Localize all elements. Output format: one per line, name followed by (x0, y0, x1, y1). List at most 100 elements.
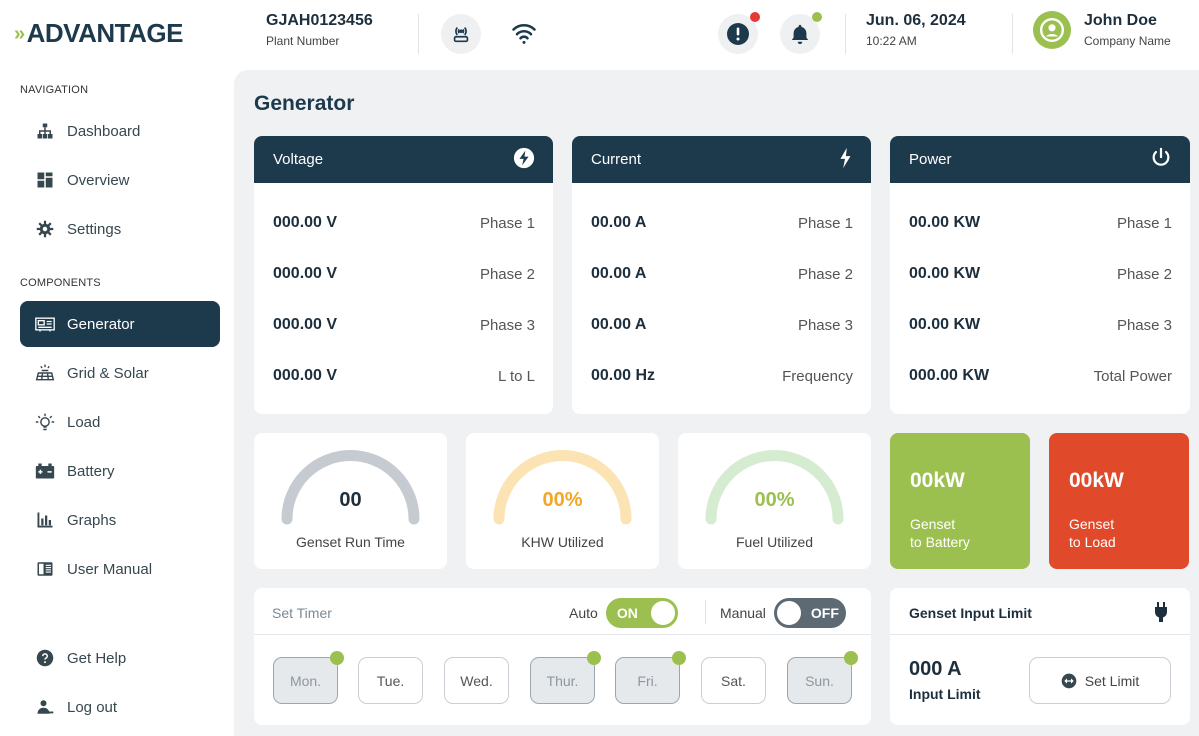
divider (1012, 14, 1013, 54)
top-bar: »ADVANTAGE GJAH0123456 Plant Number Jun.… (0, 0, 1199, 70)
reading-label: Phase 1 (797, 214, 853, 232)
day-button-sat[interactable]: Sat. (701, 657, 766, 704)
reading-label: Frequency (782, 367, 853, 385)
sidebar-item-graphs[interactable]: Graphs (20, 497, 220, 543)
sidebar-item-label: Settings (67, 220, 122, 238)
day-button-fri[interactable]: Fri. (615, 651, 686, 704)
power-card: Power 00.00 KW Phase 1 00.00 KW Phase 2 00… (890, 136, 1190, 414)
logo[interactable]: »ADVANTAGE (14, 18, 183, 49)
current-row: 00.00 A Phase 2 (591, 265, 853, 283)
manual-toggle-group: Manual OFF (720, 598, 846, 628)
sidebar-item-dashboard[interactable]: Dashboard (20, 108, 220, 154)
date: Jun. 06, 2024 (866, 12, 966, 29)
day-button-mon[interactable]: Mon. (273, 651, 344, 704)
gauge-label: KHW Utilized (521, 534, 604, 550)
sidebar: NAVIGATION Dashboard Overview Settings C… (0, 70, 234, 736)
gauge-value: 00% (542, 489, 583, 511)
sidebar-item-get-help[interactable]: Get Help (20, 635, 220, 681)
bell-icon[interactable] (780, 12, 822, 54)
sidebar-item-label: Grid & Solar (67, 364, 149, 382)
nav-section-label: NAVIGATION (20, 84, 89, 96)
gauge-arc (281, 450, 420, 525)
selected-dot (330, 651, 344, 665)
sidebar-item-log-out[interactable]: Log out (20, 684, 220, 730)
manual-toggle-state: OFF (810, 605, 839, 621)
gear-icon (35, 219, 55, 239)
bolt-circle-icon (513, 147, 535, 173)
voltage-row: 000.00 V L to L (273, 367, 535, 385)
sidebar-item-load[interactable]: Load (20, 399, 220, 445)
sidebar-item-label: Graphs (67, 511, 117, 529)
current-row: 00.00 A Phase 3 (591, 316, 853, 334)
voltage-card: Voltage 000.00 V Phase 1 000.00 V Phase 2 … (254, 136, 553, 414)
sidebar-item-label: Log out (67, 698, 118, 716)
reading-value: 00.00 A (591, 316, 647, 333)
voltage-card-title: Voltage (273, 151, 324, 168)
gauge-value: 00% (754, 489, 795, 511)
tile-label: Genset to Battery (910, 516, 970, 550)
auto-toggle[interactable]: ON (605, 598, 678, 628)
day-button-thur[interactable]: Thur. (530, 651, 601, 704)
sidebar-item-overview[interactable]: Overview (20, 157, 220, 203)
day-button-wed[interactable]: Wed. (444, 657, 509, 704)
input-limit-value: 000 A (909, 658, 962, 680)
sidebar-item-label: Dashboard (67, 122, 141, 140)
sidebar-item-user-manual[interactable]: User Manual (20, 546, 220, 592)
tile-genset-to-battery: 00kW Genset to Battery (890, 433, 1030, 569)
arrows-circle-icon (1061, 673, 1077, 689)
reading-value: 00.00 A (591, 214, 647, 231)
antenna-icon[interactable] (441, 14, 481, 54)
set-limit-button[interactable]: Set Limit (1029, 657, 1171, 704)
tile-label: Genset to Load (1069, 516, 1116, 550)
sidebar-item-battery[interactable]: Battery (20, 448, 220, 494)
tile-value: 00kW (910, 469, 965, 492)
gauge-arc (493, 450, 632, 525)
divider (418, 14, 419, 54)
reading-label: Phase 3 (797, 316, 853, 334)
reading-label: Total Power (1093, 367, 1172, 385)
auto-toggle-group: Auto ON (569, 598, 678, 628)
sidebar-item-generator[interactable]: Generator (20, 301, 220, 347)
input-limit-label: Input Limit (909, 686, 981, 702)
user-menu[interactable]: John Doe Company Name (1033, 11, 1171, 49)
manual-toggle[interactable]: OFF (773, 598, 846, 628)
sidebar-item-label: Get Help (67, 649, 127, 667)
timer-header: Set Timer Auto ON Manual OFF (254, 588, 871, 635)
timer-card: Set Timer Auto ON Manual OFF Mon. Tue. W… (254, 588, 871, 725)
reading-value: 000.00 V (273, 265, 338, 282)
reading-value: 000.00 V (273, 214, 338, 231)
alert-icon[interactable] (718, 12, 760, 54)
grid-icon (35, 170, 55, 190)
datetime: Jun. 06, 2024 10:22 AM (866, 12, 966, 48)
reading-value: 00.00 KW (909, 214, 981, 231)
plant-number: GJAH0123456 (266, 12, 373, 29)
voltage-row: 000.00 V Phase 3 (273, 316, 535, 334)
sidebar-item-settings[interactable]: Settings (20, 206, 220, 252)
manual-label: Manual (720, 605, 766, 621)
battery-icon (35, 461, 55, 481)
book-icon (35, 559, 55, 579)
company-name: Company Name (1084, 34, 1171, 48)
reading-label: Phase 2 (479, 265, 535, 283)
sidebar-item-grid-solar[interactable]: Grid & Solar (20, 350, 220, 396)
logout-icon (35, 697, 55, 717)
power-card-header: Power (890, 136, 1190, 183)
wifi-icon[interactable] (510, 20, 538, 51)
plant-number-label: Plant Number (266, 34, 340, 48)
day-button-tue[interactable]: Tue. (358, 657, 423, 704)
reading-value: 00.00 Hz (591, 367, 656, 384)
tile-value: 00kW (1069, 469, 1124, 492)
voltage-card-header: Voltage (254, 136, 553, 183)
alert-badge (750, 12, 760, 22)
day-button-sun[interactable]: Sun. (787, 651, 858, 704)
gauge-label: Fuel Utilized (735, 534, 814, 550)
gauge-arc (705, 450, 844, 525)
selected-dot (844, 651, 858, 665)
bulb-icon (35, 412, 55, 432)
gauge-card-fuel: 00% Fuel Utilized (678, 433, 871, 569)
time: 10:22 AM (866, 34, 917, 48)
reading-label: Phase 2 (797, 265, 853, 283)
reading-value: 000.00 KW (909, 367, 990, 384)
gauge-card-khw: 00% KHW Utilized (466, 433, 659, 569)
reading-value: 00.00 A (591, 265, 647, 282)
